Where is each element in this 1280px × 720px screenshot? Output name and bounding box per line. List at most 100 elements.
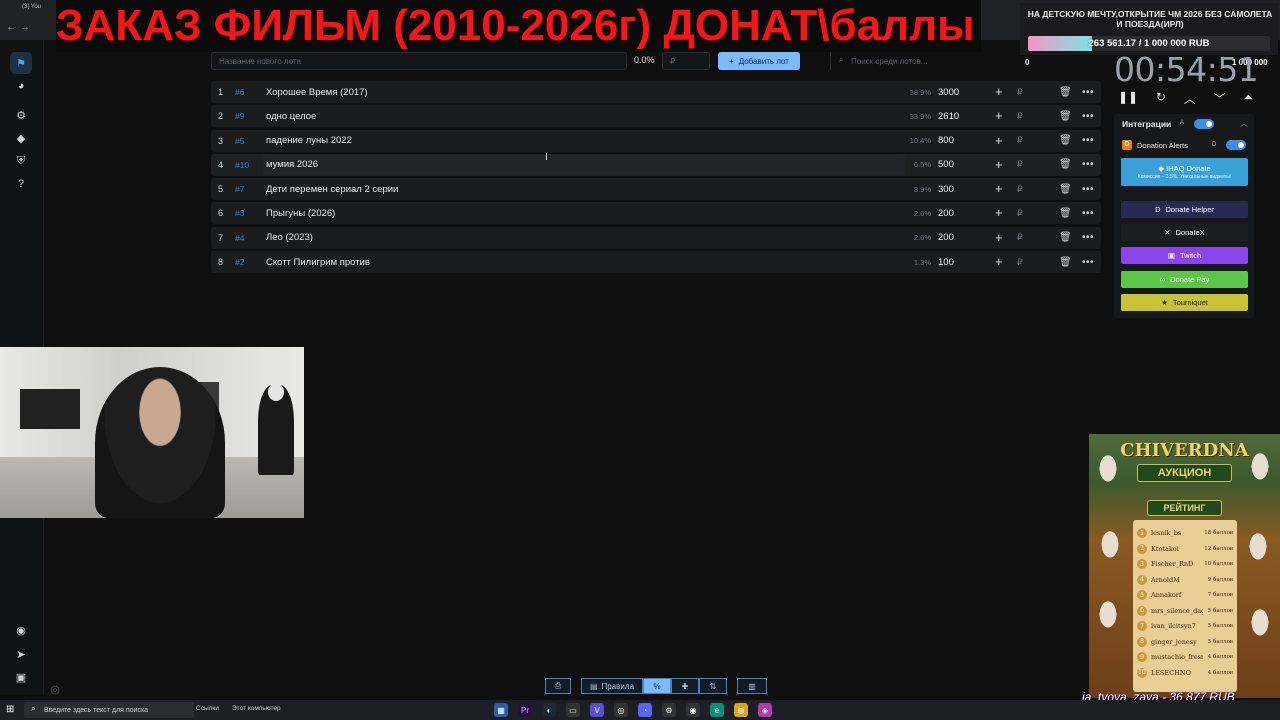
lot-name[interactable]: Дети перемен сериал 2 серии	[266, 184, 398, 195]
twitch-app-icon[interactable]: ◈	[758, 703, 772, 717]
integration-donate-helper-button[interactable]: D Donate Helper	[1121, 201, 1248, 218]
lot-name-edit-field[interactable]	[263, 154, 905, 175]
media-icon[interactable]: ▭	[566, 703, 580, 717]
taskbar-links[interactable]: Ссылки	[196, 705, 219, 712]
percent-toggle[interactable]: %	[643, 678, 671, 694]
add-amount-icon[interactable]: +	[995, 182, 1003, 195]
vpn-icon[interactable]: V	[590, 703, 604, 717]
obs-icon[interactable]: ◉	[686, 703, 700, 717]
new-lot-name-input[interactable]	[211, 52, 627, 70]
chevron-down-icon[interactable]: ﹀	[1214, 90, 1226, 106]
lot-name[interactable]: Хорошее Время (2017)	[266, 87, 368, 98]
edge-icon[interactable]: e	[710, 703, 724, 717]
integration-donate-pay-button[interactable]: ∞ Donate Pay	[1121, 271, 1248, 288]
delete-icon[interactable]: 🗑	[1059, 232, 1072, 243]
lot-row[interactable]: 8 #2 Скотт Пилигрим против 1.3% 100 + ₽ 🗑 •••	[211, 251, 1101, 274]
add-amount-icon[interactable]: +	[995, 109, 1003, 122]
add-amount-icon[interactable]: +	[995, 255, 1003, 268]
lot-row[interactable]: 1 #6 Хорошее Время (2017) 38.9% 3000 + ₽ 🗑 •••	[211, 81, 1101, 103]
lot-name[interactable]: Скотт Пилигрим против	[266, 257, 370, 268]
gear-icon[interactable]: ⚙	[10, 104, 32, 126]
eye-icon[interactable]: ◎	[44, 678, 66, 700]
donation-alerts-toggle[interactable]	[1226, 140, 1246, 150]
more-icon[interactable]: •••	[1082, 159, 1094, 170]
wheel-icon[interactable]: ◕	[10, 75, 32, 97]
integration-tourniquet-button[interactable]: ★ Tourniquet	[1121, 294, 1248, 311]
settings-icon[interactable]: ⚙	[662, 703, 676, 717]
new-lot-amount-input[interactable]	[662, 52, 710, 70]
shield-icon[interactable]: ⛨	[10, 150, 32, 172]
lot-amount[interactable]: 2610	[938, 111, 959, 122]
pause-icon[interactable]: ❚❚	[1118, 90, 1138, 106]
lot-row[interactable]: 4 #10 мумия 2026 6.5% 500 + ₽ 🗑 •••	[211, 153, 1101, 176]
add-lot-button[interactable]: + Добавить лот	[718, 52, 800, 70]
lot-search-input[interactable]	[849, 52, 1019, 70]
browser-tab[interactable]: (3) You	[22, 4, 56, 18]
save-icon[interactable]: ⎙	[545, 678, 571, 694]
lot-name[interactable]: мумия 2026	[266, 159, 318, 170]
integration-twitch-button[interactable]: ▣ Twitch	[1121, 247, 1248, 264]
more-icon[interactable]: •••	[1082, 135, 1094, 146]
integration-donatex-button[interactable]: ✕ DonateX	[1121, 224, 1248, 241]
more-icon[interactable]: •••	[1082, 111, 1094, 122]
lot-amount[interactable]: 3000	[938, 87, 959, 98]
lot-name[interactable]: Лео (2023)	[266, 232, 313, 243]
add-amount-icon[interactable]: +	[995, 85, 1003, 98]
delete-icon[interactable]: 🗑	[1059, 159, 1072, 170]
lot-name[interactable]: Прыгуны (2026)	[266, 208, 335, 219]
trash-bin-icon[interactable]: ▥	[737, 678, 767, 694]
taskbar-search[interactable]: Введите здесь текст для поиска	[24, 702, 194, 718]
lot-row[interactable]: 6 #3 Прыгуны (2026) 2.6% 200 + ₽ 🗑 •••	[211, 202, 1101, 225]
app-icon[interactable]: ◎	[614, 703, 628, 717]
integrations-toggle[interactable]	[1194, 119, 1214, 129]
more-icon[interactable]: •••	[1082, 184, 1094, 195]
delete-icon[interactable]: 🗑	[1059, 257, 1072, 268]
rules-button[interactable]: ▤ Правила	[581, 678, 643, 694]
layers-icon[interactable]: ◆	[10, 127, 32, 149]
telegram-icon[interactable]: ➤	[10, 643, 32, 665]
browser-nav-arrows[interactable]: ←→	[6, 22, 34, 33]
add-amount-icon[interactable]: +	[995, 231, 1003, 244]
lot-row[interactable]: 2 #9 одно целое 33.9% 2610 + ₽ 🗑 •••	[211, 105, 1101, 128]
delete-icon[interactable]: 🗑	[1059, 135, 1072, 146]
github-icon[interactable]: ◉	[10, 619, 32, 641]
lot-amount[interactable]: 100	[938, 257, 954, 268]
add-amount-icon[interactable]: +	[995, 158, 1003, 171]
integration-ihaq-donate-button[interactable]: ◆ IHAQ Donate Комиссия – 3,5%. Уникальные…	[1121, 158, 1248, 186]
lot-amount[interactable]: 300	[938, 184, 954, 195]
more-icon[interactable]: •••	[1082, 257, 1094, 268]
premiere-icon[interactable]: Pr	[518, 703, 532, 717]
calculator-icon[interactable]: ▦	[494, 703, 508, 717]
lot-row[interactable]: 7 #4 Лео (2023) 2.6% 200 + ₽ 🗑 •••	[211, 226, 1101, 249]
more-icon[interactable]: •••	[1082, 87, 1094, 98]
chevron-up-icon[interactable]: ︿	[1184, 90, 1196, 106]
delete-icon[interactable]: 🗑	[1059, 87, 1072, 98]
discord-icon[interactable]: ◔	[638, 703, 652, 717]
lot-amount[interactable]: 200	[938, 208, 954, 219]
help-icon[interactable]: ?	[10, 173, 32, 195]
delete-icon[interactable]: 🗑	[1059, 184, 1072, 195]
double-chevron-up-icon[interactable]: ⏶	[1243, 90, 1253, 106]
chrome-icon[interactable]: ◍	[734, 703, 748, 717]
lot-name[interactable]: падение луны 2022	[266, 135, 352, 146]
windows-start-icon[interactable]: ⊞	[6, 704, 14, 715]
steam-icon[interactable]: ◐	[542, 703, 556, 717]
lot-amount[interactable]: 200	[938, 232, 954, 243]
chevron-up-icon[interactable]: ︿	[1240, 118, 1248, 129]
lot-name[interactable]: одно целое	[266, 111, 316, 122]
bot-icon[interactable]: ▣	[10, 666, 32, 688]
sort-icon[interactable]: ⇅	[699, 678, 727, 694]
add-amount-icon[interactable]: +	[995, 206, 1003, 219]
more-icon[interactable]: •••	[1082, 208, 1094, 219]
taskbar-this-pc[interactable]: Этот компьютер	[232, 705, 281, 712]
delete-icon[interactable]: 🗑	[1059, 208, 1072, 219]
lot-row[interactable]: 5 #7 Дети перемен сериал 2 серии 3.9% 300 + ₽ 🗑…	[211, 178, 1101, 201]
shuffle-icon[interactable]: ✚	[671, 678, 699, 694]
lot-row[interactable]: 3 #5 падение луны 2022 10.4% 800 + ₽ 🗑 •••	[211, 129, 1101, 152]
reset-icon[interactable]: ↻	[1156, 90, 1166, 106]
lot-amount[interactable]: 800	[938, 135, 954, 146]
add-amount-icon[interactable]: +	[995, 134, 1003, 147]
auction-icon[interactable]: ⚑	[10, 52, 32, 74]
delete-icon[interactable]: 🗑	[1059, 111, 1072, 122]
lot-amount[interactable]: 500	[938, 159, 954, 170]
